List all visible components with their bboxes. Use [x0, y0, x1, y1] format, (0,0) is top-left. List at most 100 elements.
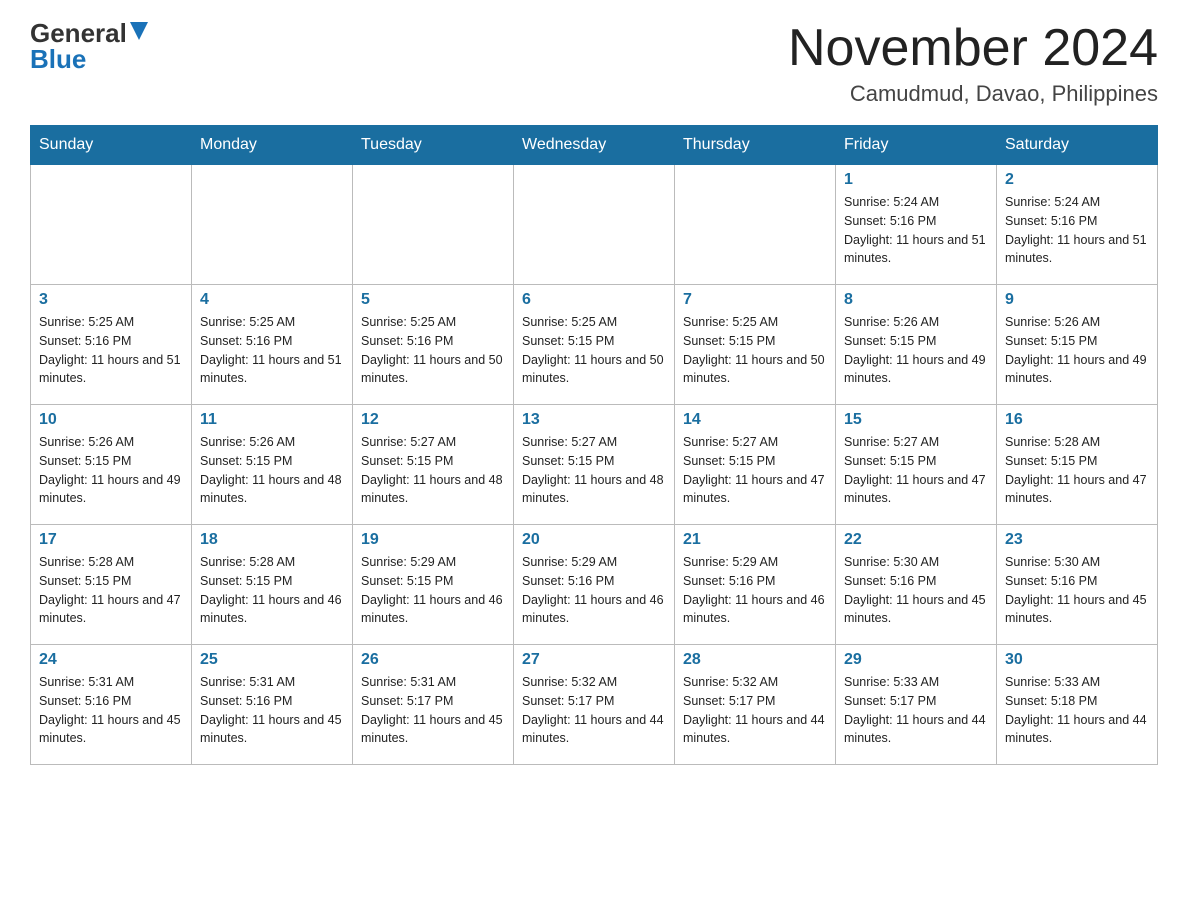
calendar-cell: 20 Sunrise: 5:29 AM Sunset: 5:16 PM Dayli… [514, 525, 675, 645]
day-number: 18 [200, 531, 344, 549]
calendar-cell: 9 Sunrise: 5:26 AM Sunset: 5:15 PM Daylig… [997, 285, 1158, 405]
calendar-cell: 15 Sunrise: 5:27 AM Sunset: 5:15 PM Dayli… [836, 405, 997, 525]
day-info: Sunrise: 5:27 AM Sunset: 5:15 PM Dayligh… [361, 433, 505, 508]
logo: General Blue [30, 20, 148, 73]
day-number: 16 [1005, 411, 1149, 429]
page-header: General Blue November 2024 Camudmud, Dav… [30, 20, 1158, 107]
day-number: 2 [1005, 171, 1149, 189]
calendar-cell: 16 Sunrise: 5:28 AM Sunset: 5:15 PM Dayli… [997, 405, 1158, 525]
day-info: Sunrise: 5:24 AM Sunset: 5:16 PM Dayligh… [844, 193, 988, 268]
day-info: Sunrise: 5:30 AM Sunset: 5:16 PM Dayligh… [844, 553, 988, 628]
calendar-cell: 14 Sunrise: 5:27 AM Sunset: 5:15 PM Dayli… [675, 405, 836, 525]
day-info: Sunrise: 5:25 AM Sunset: 5:16 PM Dayligh… [39, 313, 183, 388]
weekday-header-thursday: Thursday [675, 126, 836, 165]
day-info: Sunrise: 5:28 AM Sunset: 5:15 PM Dayligh… [39, 553, 183, 628]
calendar-cell: 21 Sunrise: 5:29 AM Sunset: 5:16 PM Dayli… [675, 525, 836, 645]
day-info: Sunrise: 5:26 AM Sunset: 5:15 PM Dayligh… [844, 313, 988, 388]
day-number: 22 [844, 531, 988, 549]
weekday-header-sunday: Sunday [31, 126, 192, 165]
calendar-cell: 3Sunrise: 5:25 AM Sunset: 5:16 PM Daylig… [31, 285, 192, 405]
day-number: 23 [1005, 531, 1149, 549]
day-number: 13 [522, 411, 666, 429]
page-title: November 2024 [788, 20, 1158, 77]
week-row-5: 24Sunrise: 5:31 AM Sunset: 5:16 PM Dayli… [31, 645, 1158, 765]
calendar-cell: 13 Sunrise: 5:27 AM Sunset: 5:15 PM Dayli… [514, 405, 675, 525]
day-info: Sunrise: 5:26 AM Sunset: 5:15 PM Dayligh… [39, 433, 183, 508]
weekday-header-monday: Monday [192, 126, 353, 165]
calendar-cell: 22 Sunrise: 5:30 AM Sunset: 5:16 PM Dayli… [836, 525, 997, 645]
day-info: Sunrise: 5:32 AM Sunset: 5:17 PM Dayligh… [683, 673, 827, 748]
calendar-cell: 12 Sunrise: 5:27 AM Sunset: 5:15 PM Dayli… [353, 405, 514, 525]
calendar-cell [192, 165, 353, 285]
day-info: Sunrise: 5:27 AM Sunset: 5:15 PM Dayligh… [844, 433, 988, 508]
calendar-cell: 7 Sunrise: 5:25 AM Sunset: 5:15 PM Daylig… [675, 285, 836, 405]
calendar-cell: 27Sunrise: 5:32 AM Sunset: 5:17 PM Dayli… [514, 645, 675, 765]
calendar-cell: 29Sunrise: 5:33 AM Sunset: 5:17 PM Dayli… [836, 645, 997, 765]
calendar-cell: 17 Sunrise: 5:28 AM Sunset: 5:15 PM Dayli… [31, 525, 192, 645]
calendar-cell: 1Sunrise: 5:24 AM Sunset: 5:16 PM Daylig… [836, 165, 997, 285]
calendar-cell: 19 Sunrise: 5:29 AM Sunset: 5:15 PM Dayli… [353, 525, 514, 645]
day-number: 12 [361, 411, 505, 429]
day-number: 14 [683, 411, 827, 429]
calendar-cell: 30 Sunrise: 5:33 AM Sunset: 5:18 PM Dayli… [997, 645, 1158, 765]
calendar-cell: 11Sunrise: 5:26 AM Sunset: 5:15 PM Dayli… [192, 405, 353, 525]
day-info: Sunrise: 5:29 AM Sunset: 5:16 PM Dayligh… [683, 553, 827, 628]
calendar-cell [31, 165, 192, 285]
day-info: Sunrise: 5:28 AM Sunset: 5:15 PM Dayligh… [200, 553, 344, 628]
day-info: Sunrise: 5:29 AM Sunset: 5:16 PM Dayligh… [522, 553, 666, 628]
day-number: 9 [1005, 291, 1149, 309]
day-number: 15 [844, 411, 988, 429]
day-info: Sunrise: 5:33 AM Sunset: 5:18 PM Dayligh… [1005, 673, 1149, 748]
week-row-4: 17 Sunrise: 5:28 AM Sunset: 5:15 PM Dayli… [31, 525, 1158, 645]
day-info: Sunrise: 5:27 AM Sunset: 5:15 PM Dayligh… [683, 433, 827, 508]
day-info: Sunrise: 5:26 AM Sunset: 5:15 PM Dayligh… [200, 433, 344, 508]
calendar-cell: 18 Sunrise: 5:28 AM Sunset: 5:15 PM Dayli… [192, 525, 353, 645]
logo-arrow-icon [130, 22, 148, 40]
day-info: Sunrise: 5:29 AM Sunset: 5:15 PM Dayligh… [361, 553, 505, 628]
weekday-header-friday: Friday [836, 126, 997, 165]
day-number: 19 [361, 531, 505, 549]
day-info: Sunrise: 5:28 AM Sunset: 5:15 PM Dayligh… [1005, 433, 1149, 508]
calendar-cell: 25 Sunrise: 5:31 AM Sunset: 5:16 PM Dayli… [192, 645, 353, 765]
day-number: 27 [522, 651, 666, 669]
day-number: 8 [844, 291, 988, 309]
day-info: Sunrise: 5:25 AM Sunset: 5:15 PM Dayligh… [683, 313, 827, 388]
calendar-cell: 10 Sunrise: 5:26 AM Sunset: 5:15 PM Dayli… [31, 405, 192, 525]
day-info: Sunrise: 5:26 AM Sunset: 5:15 PM Dayligh… [1005, 313, 1149, 388]
calendar-cell: 2 Sunrise: 5:24 AM Sunset: 5:16 PM Daylig… [997, 165, 1158, 285]
calendar-header-row: SundayMondayTuesdayWednesdayThursdayFrid… [31, 126, 1158, 165]
calendar-cell [514, 165, 675, 285]
day-number: 5 [361, 291, 505, 309]
day-number: 28 [683, 651, 827, 669]
calendar-cell: 5Sunrise: 5:25 AM Sunset: 5:16 PM Daylig… [353, 285, 514, 405]
weekday-header-tuesday: Tuesday [353, 126, 514, 165]
logo-general-text: General [30, 20, 127, 46]
week-row-1: 1Sunrise: 5:24 AM Sunset: 5:16 PM Daylig… [31, 165, 1158, 285]
calendar-cell: 6Sunrise: 5:25 AM Sunset: 5:15 PM Daylig… [514, 285, 675, 405]
day-info: Sunrise: 5:30 AM Sunset: 5:16 PM Dayligh… [1005, 553, 1149, 628]
calendar-cell [675, 165, 836, 285]
day-number: 10 [39, 411, 183, 429]
calendar-cell: 24Sunrise: 5:31 AM Sunset: 5:16 PM Dayli… [31, 645, 192, 765]
day-number: 6 [522, 291, 666, 309]
day-number: 7 [683, 291, 827, 309]
calendar-cell: 4Sunrise: 5:25 AM Sunset: 5:16 PM Daylig… [192, 285, 353, 405]
day-number: 20 [522, 531, 666, 549]
page-subtitle: Camudmud, Davao, Philippines [788, 81, 1158, 107]
day-info: Sunrise: 5:24 AM Sunset: 5:16 PM Dayligh… [1005, 193, 1149, 268]
day-info: Sunrise: 5:31 AM Sunset: 5:17 PM Dayligh… [361, 673, 505, 748]
day-number: 21 [683, 531, 827, 549]
calendar-cell: 8 Sunrise: 5:26 AM Sunset: 5:15 PM Daylig… [836, 285, 997, 405]
day-number: 30 [1005, 651, 1149, 669]
weekday-header-wednesday: Wednesday [514, 126, 675, 165]
day-number: 17 [39, 531, 183, 549]
day-info: Sunrise: 5:27 AM Sunset: 5:15 PM Dayligh… [522, 433, 666, 508]
day-number: 25 [200, 651, 344, 669]
calendar-cell: 23 Sunrise: 5:30 AM Sunset: 5:16 PM Dayli… [997, 525, 1158, 645]
calendar-cell [353, 165, 514, 285]
calendar-cell: 28 Sunrise: 5:32 AM Sunset: 5:17 PM Dayli… [675, 645, 836, 765]
logo-blue-text: Blue [30, 44, 86, 74]
day-info: Sunrise: 5:31 AM Sunset: 5:16 PM Dayligh… [200, 673, 344, 748]
day-info: Sunrise: 5:31 AM Sunset: 5:16 PM Dayligh… [39, 673, 183, 748]
week-row-3: 10 Sunrise: 5:26 AM Sunset: 5:15 PM Dayli… [31, 405, 1158, 525]
